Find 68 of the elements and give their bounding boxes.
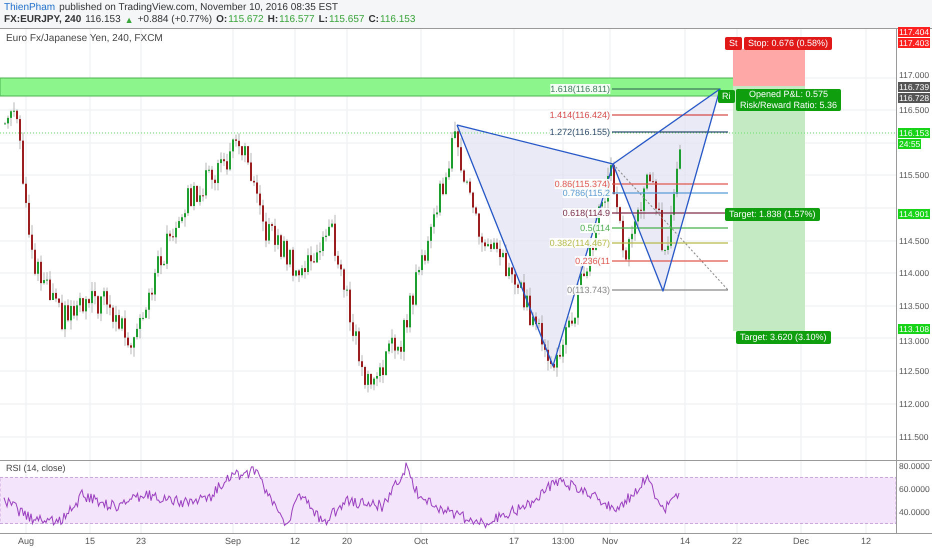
date-axis-label: 23 — [136, 536, 146, 546]
fib-level-label: 1.618(116.811) — [550, 84, 610, 94]
date-axis-label: 14 — [680, 536, 690, 546]
stop-zone — [733, 49, 805, 86]
price-axis-label: 116.153 — [898, 128, 930, 138]
price-change: +0.884 (+0.77%) — [138, 14, 212, 25]
price-axis-label: 115.500 — [898, 170, 930, 180]
price-axis-label: 112.000 — [898, 399, 930, 409]
date-axis-label: Aug — [18, 536, 34, 546]
fib-level-label: 0.618(114.9 — [562, 208, 610, 218]
price-axis-label: 111.500 — [898, 432, 930, 442]
up-arrow: ▲ — [124, 14, 134, 24]
date-axis-label: 15 — [85, 536, 95, 546]
ohlc-label: O: — [216, 14, 228, 25]
ohlc-label: H: — [268, 14, 278, 25]
target-label: Target: 1.838 (1.57%) — [725, 208, 820, 221]
price-axis-label: 114.500 — [898, 236, 930, 246]
price-axis-label: 114.901 — [898, 209, 930, 219]
stop-label-fragment: St — [725, 37, 742, 50]
ohlc-value: 115.672 — [228, 14, 264, 25]
date-axis-label: 20 — [342, 536, 352, 546]
ohlc-value: 115.657 — [329, 14, 364, 25]
price-axis-label: 114.000 — [898, 268, 930, 278]
fib-level-label: 0.786(115.2 — [562, 188, 610, 198]
symbol-label: FX:EURJPY, 240 — [4, 14, 82, 25]
last-price: 116.153 — [85, 14, 121, 25]
rsi-axis-label: 40.0000 — [898, 507, 931, 517]
price-axis-label: 113.108 — [898, 324, 930, 334]
fib-level-label: 0.86(115.374) — [554, 179, 610, 189]
date-axis-label: Sep — [225, 536, 241, 546]
pnl-label: Opened P&L: 0.575 Risk/Reward Ratio: 5.36 — [736, 89, 842, 111]
chart-title: Euro Fx/Japanese Yen, 240, FXCM — [6, 33, 163, 44]
rsi-axis-label: 60.0000 — [898, 484, 931, 494]
target-label: Target: 3.620 (3.10%) — [736, 331, 831, 344]
price-axis-label: 117.000 — [898, 70, 930, 80]
fib-level-label: 1.414(116.424) — [550, 110, 610, 120]
rsi-axis-label: 80.0000 — [898, 461, 931, 471]
date-axis-label: 12 — [290, 536, 300, 546]
price-axis-label: 116.739 — [898, 82, 930, 92]
price-axis-label: 24:55 — [898, 139, 922, 149]
fib-level-label: 1.272(116.155) — [550, 127, 610, 137]
date-axis-label: 13:00 — [552, 536, 574, 546]
author-link[interactable]: ThienPham — [4, 2, 56, 13]
price-axis-label: 113.000 — [898, 336, 930, 346]
date-axis-label: 17 — [509, 536, 519, 546]
fib-level-label: 0.5(114 — [580, 223, 610, 233]
rsi-title: RSI (14, close) — [6, 463, 66, 473]
date-axis-label: Oct — [414, 536, 428, 546]
fib-level-label: 0(113.743) — [567, 285, 610, 295]
price-axis-label: 117.404 — [898, 27, 930, 37]
fib-level-label: 0.382(114.467) — [550, 238, 610, 248]
fib-level-label: 0.236(11 — [575, 256, 610, 266]
publish-info: published on TradingView.com, November 10, 2016 08:35 EST — [59, 2, 338, 13]
ohlc-value: 116.577 — [279, 14, 315, 25]
date-axis-label: Dec — [793, 536, 809, 546]
price-axis-label: 113.500 — [898, 301, 930, 311]
date-axis-label: 12 — [861, 536, 871, 546]
ratio-label-fragment: Ri — [718, 90, 734, 103]
price-axis-label: 112.500 — [898, 366, 930, 376]
price-axis-label: 116.500 — [898, 105, 930, 115]
date-axis-label: Nov — [602, 536, 618, 546]
ohlc-label: C: — [368, 14, 379, 25]
price-axis-label: 116.728 — [898, 93, 930, 103]
date-axis-label: 22 — [732, 536, 742, 546]
ohlc-value: 116.153 — [380, 14, 416, 25]
stop-label: Stop: 0.676 (0.58%) — [744, 37, 832, 50]
price-axis-label: 117.403 — [898, 38, 930, 48]
ohlc-label: L: — [318, 14, 328, 25]
